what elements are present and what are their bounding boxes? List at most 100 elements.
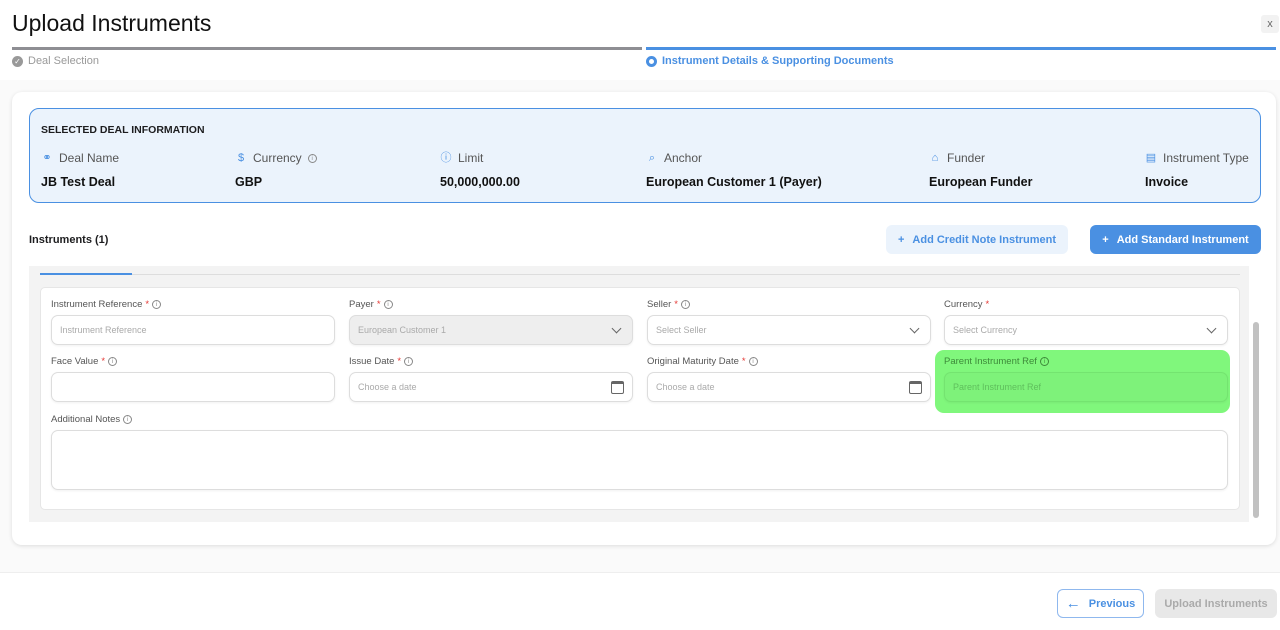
placeholder: Instrument Reference	[60, 325, 147, 335]
field-label: Currency	[944, 299, 983, 310]
chevron-down-icon	[1206, 323, 1217, 333]
button-label: Previous	[1088, 597, 1136, 610]
document-icon: ▤	[1145, 152, 1157, 164]
instruments-count: Instruments (1)	[29, 234, 109, 246]
required-mark: *	[397, 356, 402, 367]
field-value: Invoice	[1145, 175, 1189, 189]
step-progress-active	[646, 47, 1276, 50]
step-instrument-details[interactable]: Instrument Details & Supporting Document…	[646, 55, 894, 67]
deal-field-deal-name: ⚭ Deal Name JB Test Deal	[41, 151, 119, 189]
selected-value: European Customer 1	[358, 325, 447, 335]
required-mark: *	[376, 299, 381, 310]
calendar-icon[interactable]	[611, 380, 624, 394]
currency-exchange-icon: $	[237, 152, 245, 164]
seller-select[interactable]: Select Seller	[647, 315, 931, 345]
field-label: Currency	[253, 151, 302, 165]
deal-field-anchor: ⌕ Anchor European Customer 1 (Payer)	[646, 151, 822, 189]
placeholder: Choose a date	[358, 382, 417, 392]
deal-info-heading: SELECTED DEAL INFORMATION	[41, 124, 205, 136]
instrument-tab-active[interactable]	[40, 273, 132, 275]
field-value: JB Test Deal	[41, 175, 116, 189]
currency-select[interactable]: Select Currency	[944, 315, 1228, 345]
step-deal-selection[interactable]: ✓ Deal Selection	[12, 55, 99, 67]
check-circle-icon: ✓	[12, 55, 23, 67]
page-title: Upload Instruments	[12, 10, 212, 36]
maturity-date-input[interactable]: Choose a date	[647, 372, 931, 402]
button-label: Add Credit Note Instrument	[912, 233, 1057, 246]
deal-field-instrument-type: ▤ Instrument Type Invoice	[1145, 151, 1249, 189]
selected-deal-info: SELECTED DEAL INFORMATION ⚭ Deal Name JB …	[29, 108, 1261, 203]
previous-button[interactable]: ← Previous	[1057, 589, 1144, 618]
placeholder: Select Seller	[656, 325, 707, 335]
field-label: Limit	[458, 151, 484, 165]
chevron-down-icon	[909, 323, 920, 333]
required-mark: *	[101, 356, 106, 367]
field-payer: Payer * i European Customer 1	[349, 299, 633, 345]
info-icon[interactable]: i	[307, 153, 317, 163]
field-parent-instrument-ref: Parent Instrument Ref i Parent Instrument…	[944, 356, 1228, 402]
field-instrument-reference: Instrument Reference * i Instrument Refere…	[51, 299, 335, 345]
placeholder: Parent Instrument Ref	[953, 382, 1042, 392]
field-label: Funder	[947, 151, 986, 165]
chevron-down-icon	[611, 323, 622, 333]
tab-divider	[132, 274, 1240, 275]
field-currency: Currency * Select Currency	[944, 299, 1228, 345]
step-progress-done	[12, 47, 642, 50]
button-label: Upload Instruments	[1164, 597, 1268, 610]
handshake-icon: ⚭	[42, 152, 52, 164]
placeholder: Select Currency	[953, 325, 1018, 335]
close-button[interactable]: x	[1261, 15, 1279, 33]
field-original-maturity-date: Original Maturity Date * i Choose a date	[647, 356, 931, 402]
issue-date-input[interactable]: Choose a date	[349, 372, 633, 402]
add-standard-instrument-button[interactable]: + Add Standard Instrument	[1090, 225, 1261, 254]
field-issue-date: Issue Date * i Choose a date	[349, 356, 633, 402]
arrow-left-icon: ←	[1065, 595, 1081, 612]
required-mark: *	[674, 299, 678, 310]
field-label: Instrument Reference	[51, 299, 143, 310]
info-icon[interactable]: i	[681, 300, 690, 309]
calendar-icon[interactable]	[909, 380, 922, 394]
upload-instruments-button[interactable]: Upload Instruments	[1155, 589, 1277, 618]
field-value: European Customer 1 (Payer)	[646, 175, 822, 189]
info-icon[interactable]: i	[404, 357, 414, 366]
info-icon[interactable]: i	[1039, 357, 1049, 366]
instrument-reference-input[interactable]: Instrument Reference	[51, 315, 335, 345]
field-value: European Funder	[929, 175, 1033, 189]
info-icon[interactable]: i	[108, 357, 118, 366]
info-icon[interactable]: i	[123, 415, 133, 424]
field-label: Anchor	[664, 151, 703, 165]
info-icon[interactable]: i	[383, 300, 393, 309]
required-mark: *	[985, 299, 990, 310]
parent-instrument-ref-input[interactable]: Parent Instrument Ref	[944, 372, 1228, 402]
radio-active-icon	[646, 55, 657, 67]
field-label: Deal Name	[59, 151, 120, 165]
plus-icon: +	[1102, 233, 1109, 246]
field-label: Seller	[647, 299, 672, 310]
field-label: Instrument Type	[1163, 151, 1249, 165]
field-face-value: Face Value * i	[51, 356, 335, 402]
info-icon[interactable]: i	[152, 300, 162, 309]
info-icon[interactable]: i	[748, 357, 758, 366]
bank-icon: ⌂	[931, 152, 939, 164]
anchor-search-icon: ⌕	[648, 152, 656, 164]
additional-notes-textarea[interactable]	[51, 430, 1228, 490]
add-credit-note-button[interactable]: + Add Credit Note Instrument	[886, 225, 1068, 254]
field-label: Additional Notes	[51, 414, 121, 425]
scrollbar[interactable]	[1253, 322, 1259, 518]
alert-circle-icon: ⓘ	[440, 152, 452, 164]
field-label: Issue Date	[349, 356, 395, 367]
face-value-input[interactable]	[51, 372, 335, 402]
required-mark: *	[741, 356, 746, 367]
footer-divider	[0, 572, 1280, 573]
placeholder: Choose a date	[656, 382, 715, 392]
deal-field-currency: $ Currency i GBP	[235, 151, 317, 189]
field-additional-notes: Additional Notes i	[51, 414, 1228, 490]
field-label: Payer	[349, 299, 374, 310]
field-label: Original Maturity Date	[647, 356, 739, 367]
field-seller: Seller * i Select Seller	[647, 299, 931, 345]
plus-icon: +	[897, 233, 905, 246]
step-label: Deal Selection	[28, 55, 99, 67]
button-label: Add Standard Instrument	[1116, 233, 1249, 246]
payer-select[interactable]: European Customer 1	[349, 315, 633, 345]
field-label: Parent Instrument Ref	[944, 356, 1037, 367]
